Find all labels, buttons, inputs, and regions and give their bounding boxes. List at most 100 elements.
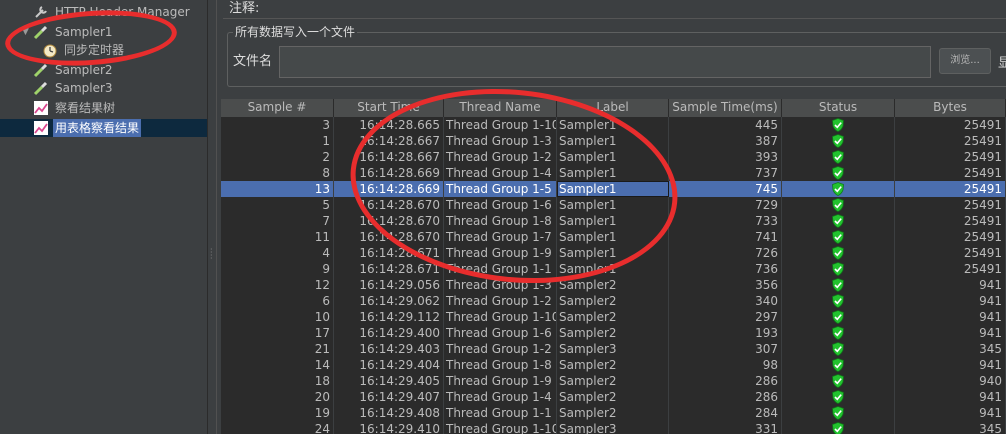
table-row[interactable]: 7 16:14:28.670 Thread Group 1-8 Sampler1 733… — [221, 213, 1006, 229]
cell-start-time: 16:14:28.669 — [334, 181, 444, 197]
show-label: 显 — [998, 56, 1006, 71]
cell-start-time: 16:14:29.403 — [334, 341, 444, 357]
chart-icon — [34, 121, 48, 135]
cell-bytes: 25491 — [895, 165, 1006, 181]
cell-sample-time: 745 — [669, 181, 782, 197]
table-row[interactable]: 14 16:14:29.404 Thread Group 1-8 Sampler2 98… — [221, 357, 1006, 373]
cell-bytes: 25491 — [895, 197, 1006, 213]
table-row[interactable]: 21 16:14:29.403 Thread Group 1-2 Sampler3 30… — [221, 341, 1006, 357]
test-plan-tree[interactable]: HTTP Header Manager ▼ Sampler1 同步定时器 Sam… — [0, 0, 207, 434]
cell-label: Sampler2 — [557, 405, 669, 421]
column-header-start-time[interactable]: Start Time — [334, 99, 444, 117]
table-row[interactable]: 9 16:14:28.671 Thread Group 1-1 Sampler1 736… — [221, 261, 1006, 277]
shield-check-icon — [832, 150, 844, 164]
tree-item-label: Sampler1 — [55, 25, 113, 39]
cell-start-time: 16:14:29.408 — [334, 405, 444, 421]
table-row[interactable]: 13 16:14:28.669 Thread Group 1-5 Sampler1 74… — [221, 181, 1006, 197]
cell-label: Sampler2 — [557, 389, 669, 405]
column-header-label[interactable]: Label — [557, 99, 669, 117]
shield-check-icon — [832, 246, 844, 260]
table-row[interactable]: 2 16:14:28.667 Thread Group 1-2 Sampler1 393… — [221, 149, 1006, 165]
pane-splitter[interactable]: · · · · — [207, 0, 217, 434]
shield-check-icon — [832, 166, 844, 180]
pipette-icon — [33, 25, 48, 40]
column-header-sample-number[interactable]: Sample # — [221, 99, 334, 117]
cell-thread-name: Thread Group 1-9 — [444, 373, 557, 389]
cell-bytes: 345 — [895, 341, 1006, 357]
table-row[interactable]: 20 16:14:29.407 Thread Group 1-4 Sampler2 28… — [221, 389, 1006, 405]
filename-input[interactable] — [279, 46, 931, 78]
table-row[interactable]: 1 16:14:28.667 Thread Group 1-3 Sampler1 387… — [221, 133, 1006, 149]
table-row[interactable]: 10 16:14:29.112 Thread Group 1-10 Sampler2 2… — [221, 309, 1006, 325]
browse-button[interactable]: 浏览... — [939, 48, 991, 74]
table-row[interactable]: 17 16:14:29.400 Thread Group 1-6 Sampler2 19… — [221, 325, 1006, 341]
shield-check-icon — [832, 390, 844, 404]
cell-start-time: 16:14:29.405 — [334, 373, 444, 389]
pipette-icon — [33, 63, 48, 78]
cell-thread-name: Thread Group 1-9 — [444, 245, 557, 261]
cell-label: Sampler2 — [557, 309, 669, 325]
cell-bytes: 25491 — [895, 117, 1006, 133]
table-row[interactable]: 6 16:14:29.062 Thread Group 1-2 Sampler2 340… — [221, 293, 1006, 309]
cell-start-time: 16:14:28.670 — [334, 197, 444, 213]
cell-status — [782, 325, 895, 341]
cell-status — [782, 197, 895, 213]
cell-sample-number: 18 — [221, 373, 334, 389]
table-row[interactable]: 5 16:14:28.670 Thread Group 1-6 Sampler1 729… — [221, 197, 1006, 213]
cell-bytes: 940 — [895, 373, 1006, 389]
cell-sample-time: 98 — [669, 357, 782, 373]
cell-bytes: 25491 — [895, 245, 1006, 261]
cell-sample-number: 11 — [221, 229, 334, 245]
cell-start-time: 16:14:28.670 — [334, 229, 444, 245]
cell-sample-number: 24 — [221, 421, 334, 434]
shield-check-icon — [832, 374, 844, 388]
cell-label: Sampler1 — [557, 133, 669, 149]
tree-item-label: 用表格察看结果 — [53, 119, 142, 137]
shield-check-icon — [832, 326, 844, 340]
results-table[interactable]: Sample # Start Time Thread Name Label Sample… — [221, 99, 1006, 434]
shield-check-icon — [832, 230, 844, 244]
tree-item-label: 察看结果树 — [55, 101, 116, 115]
shield-check-icon — [832, 406, 844, 420]
cell-label: Sampler1 — [557, 165, 669, 181]
cell-thread-name: Thread Group 1-10 — [444, 421, 557, 434]
cell-label: Sampler3 — [557, 421, 669, 434]
cell-status — [782, 229, 895, 245]
table-row[interactable]: 12 16:14:29.056 Thread Group 1-3 Sampler2 35… — [221, 277, 1006, 293]
cell-label: Sampler2 — [557, 373, 669, 389]
column-header-bytes[interactable]: Bytes — [895, 99, 1006, 117]
tree-expander-sampler1[interactable]: ▼ — [22, 27, 32, 37]
table-row[interactable]: 3 16:14:28.665 Thread Group 1-10 Sampler1 44… — [221, 117, 1006, 133]
cell-sample-number: 8 — [221, 165, 334, 181]
cell-thread-name: Thread Group 1-3 — [444, 277, 557, 293]
cell-label: Sampler2 — [557, 277, 669, 293]
table-row[interactable]: 4 16:14:28.671 Thread Group 1-9 Sampler1 726… — [221, 245, 1006, 261]
cell-label: Sampler1 — [557, 213, 669, 229]
cell-thread-name: Thread Group 1-8 — [444, 357, 557, 373]
column-header-status[interactable]: Status — [782, 99, 895, 117]
shield-check-icon — [832, 214, 844, 228]
column-header-thread-name[interactable]: Thread Name — [444, 99, 557, 117]
cell-status — [782, 149, 895, 165]
cell-status — [782, 261, 895, 277]
cell-bytes: 941 — [895, 405, 1006, 421]
shield-check-icon — [832, 134, 844, 148]
column-header-sample-time[interactable]: Sample Time(ms) — [669, 99, 782, 117]
cell-thread-name: Thread Group 1-7 — [444, 229, 557, 245]
table-row[interactable]: 18 16:14:29.405 Thread Group 1-9 Sampler2 28… — [221, 373, 1006, 389]
table-row[interactable]: 24 16:14:29.410 Thread Group 1-10 Sampler3 3… — [221, 421, 1006, 434]
cell-sample-time: 445 — [669, 117, 782, 133]
cell-sample-time: 286 — [669, 389, 782, 405]
table-row[interactable]: 11 16:14:28.670 Thread Group 1-7 Sampler1 74… — [221, 229, 1006, 245]
cell-bytes: 941 — [895, 309, 1006, 325]
table-row[interactable]: 8 16:14:28.669 Thread Group 1-4 Sampler1 737… — [221, 165, 1006, 181]
cell-thread-name: Thread Group 1-2 — [444, 149, 557, 165]
comment-label: 注释: — [229, 1, 260, 16]
cell-sample-time: 733 — [669, 213, 782, 229]
cell-sample-number: 14 — [221, 357, 334, 373]
cell-status — [782, 245, 895, 261]
table-row[interactable]: 19 16:14:29.408 Thread Group 1-1 Sampler2 28… — [221, 405, 1006, 421]
cell-bytes: 25491 — [895, 213, 1006, 229]
cell-sample-time: 737 — [669, 165, 782, 181]
cell-start-time: 16:14:28.667 — [334, 133, 444, 149]
